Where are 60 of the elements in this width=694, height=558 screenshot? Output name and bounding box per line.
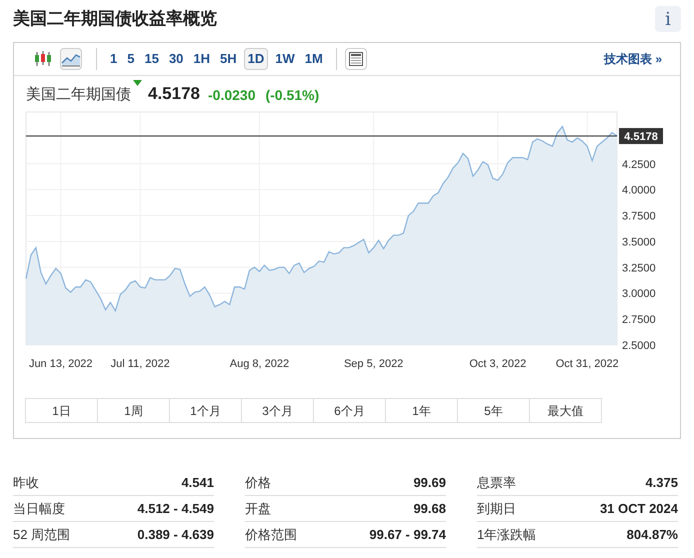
axis-label: 4.0000 (622, 184, 656, 197)
stat-label: 当日幅度 (13, 500, 65, 518)
table-view-button[interactable] (344, 48, 367, 70)
range-button[interactable]: 5年 (457, 398, 530, 423)
interval-button[interactable]: 1W (272, 48, 298, 70)
stat-value: 804.87% (626, 526, 678, 544)
percent-change: (-0.51%) (265, 86, 320, 105)
axis-label: Jun 13, 2022 (28, 358, 93, 370)
price: 4.5178 (148, 82, 200, 104)
chart-type-button[interactable] (60, 48, 82, 70)
stat-value: 99.67 - 99.74 (369, 526, 446, 544)
range-button[interactable]: 1年 (385, 398, 458, 423)
axis-label: Jul 11, 2022 (110, 358, 170, 370)
axis-label: Aug 8, 2022 (230, 358, 290, 370)
range-button[interactable]: 最大值 (529, 398, 602, 423)
axis-label: Oct 31, 2022 (556, 358, 619, 370)
interval-button[interactable]: 1 (107, 48, 120, 70)
stat-value: 31 OCT 2024 (600, 500, 678, 518)
interval-button[interactable]: 15 (141, 48, 162, 70)
instrument-name: 美国二年期国债 (26, 84, 131, 104)
price-change: -0.0230 (208, 86, 256, 105)
axis-label: 3.5000 (622, 236, 656, 248)
ref-line-label: 4.5178 (624, 131, 658, 144)
stat-label: 昨收 (13, 474, 39, 492)
candlestick-icon (34, 51, 52, 67)
stat-value: 4.541 (181, 474, 214, 492)
range-button[interactable]: 3个月 (241, 398, 314, 423)
interval-button[interactable]: 1D (244, 48, 268, 70)
technical-chart-link[interactable]: 技术图表 » (604, 50, 662, 68)
axis-label: Oct 3, 2022 (469, 358, 526, 370)
stat-label: 价格范围 (245, 526, 297, 544)
range-button[interactable]: 1日 (25, 398, 98, 423)
stat-value: 99.68 (413, 500, 446, 518)
page-title: 美国二年期国债收益率概览 (13, 8, 217, 30)
stat-value: 99.69 (413, 474, 446, 492)
axis-label: 3.2500 (622, 262, 656, 274)
stat-label: 价格 (245, 474, 271, 492)
range-button[interactable]: 6个月 (313, 398, 386, 423)
axis-label: 3.7500 (622, 210, 656, 223)
range-button[interactable]: 1周 (97, 398, 170, 423)
stat-label: 52 周范围 (13, 526, 70, 544)
range-button[interactable]: 1个月 (169, 398, 242, 423)
stat-label: 息票率 (477, 474, 516, 492)
info-button[interactable]: i (655, 6, 681, 32)
interval-button[interactable]: 1H (190, 48, 214, 70)
interval-button[interactable]: 5H (217, 48, 240, 70)
interval-button[interactable]: 30 (166, 48, 186, 70)
stat-label: 1年涨跌幅 (477, 526, 536, 544)
axis-label: 2.7500 (622, 314, 656, 326)
interval-button[interactable]: 5 (124, 48, 138, 70)
stat-label: 开盘 (245, 500, 271, 518)
axis-label: 2.5000 (622, 340, 656, 352)
stat-label: 到期日 (477, 500, 516, 518)
axis-label: Sep 5, 2022 (344, 358, 404, 370)
axis-label: 3.0000 (622, 288, 656, 300)
stat-value: 4.512 - 4.549 (137, 500, 214, 518)
stat-value: 4.375 (645, 474, 678, 492)
stat-value: 0.389 - 4.639 (137, 526, 214, 544)
interval-button[interactable]: 1M (302, 48, 326, 70)
axis-label: 4.2500 (622, 158, 656, 171)
